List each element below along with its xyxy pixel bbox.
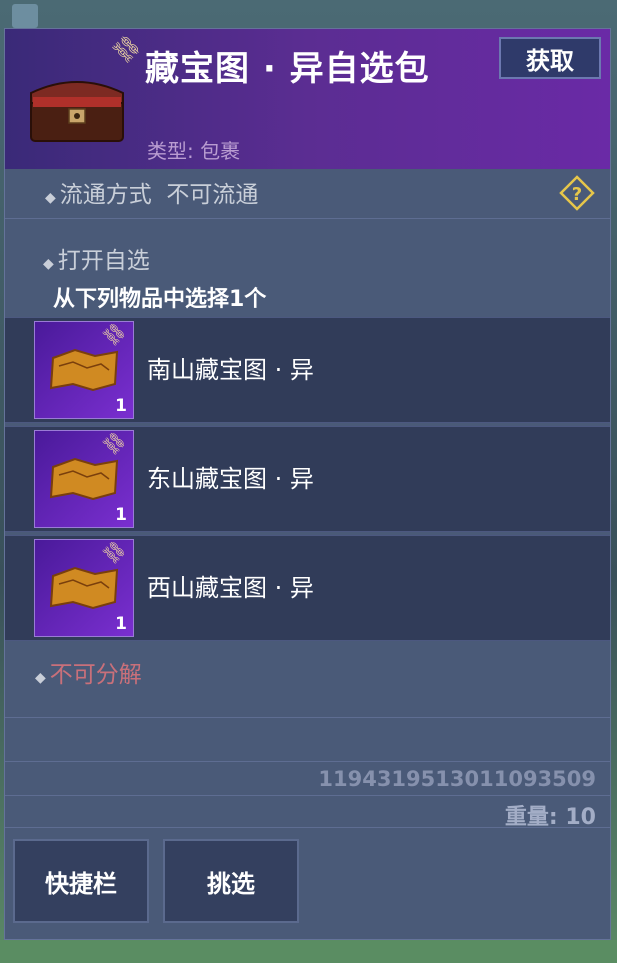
bullet-icon: ◆ — [45, 190, 56, 206]
item-count: 1 — [115, 396, 127, 416]
decompose-text: 不可分解 — [49, 662, 142, 688]
item-serial: 1194319513011093509 — [318, 767, 596, 791]
item-type: 类型: 包裹 — [147, 139, 241, 163]
get-button[interactable]: 获取 — [499, 37, 601, 79]
open-choice-label: ◆ 打开自选 — [43, 241, 150, 275]
open-choice-text: 打开自选 — [57, 248, 150, 274]
item-tooltip-panel: ⛓ 藏宝图 · 异自选包 获取 类型: 包裹 ◆ 流通方式 不可流通 ? ◆ 打开自… — [4, 28, 611, 940]
item-title: 藏宝图 · 异自选包 — [145, 49, 430, 89]
divider — [5, 761, 610, 762]
corner-app-icon[interactable] — [12, 4, 38, 28]
chain-link-icon: ⛓ — [108, 30, 146, 69]
treasure-map-icon[interactable]: ⛓ 1 — [34, 428, 134, 528]
circulation-row: ◆ 流通方式 不可流通 — [45, 175, 258, 209]
select-button[interactable]: 挑选 — [163, 839, 299, 923]
list-item[interactable]: ⛓ 1 东山藏宝图 · 异 — [5, 426, 610, 532]
bullet-icon: ◆ — [43, 256, 54, 272]
decompose-status: ◆ 不可分解 — [35, 655, 142, 689]
treasure-map-icon[interactable]: ⛓ 1 — [34, 319, 134, 419]
divider — [5, 827, 610, 828]
divider — [5, 795, 610, 796]
item-name: 西山藏宝图 · 异 — [147, 574, 314, 602]
svg-text:?: ? — [572, 184, 582, 205]
item-count: 1 — [115, 614, 127, 634]
question-diamond-icon[interactable]: ? — [559, 175, 595, 211]
treasure-chest-icon — [30, 81, 124, 142]
shortcut-bar-button[interactable]: 快捷栏 — [13, 839, 149, 923]
divider — [5, 218, 610, 219]
divider — [5, 717, 610, 718]
circulation-label: 流通方式 — [59, 182, 152, 208]
item-count: 1 — [115, 505, 127, 525]
treasure-map-icon[interactable]: ⛓ 1 — [34, 537, 134, 637]
item-name: 东山藏宝图 · 异 — [147, 465, 314, 493]
circulation-value: 不可流通 — [166, 182, 259, 208]
list-item[interactable]: ⛓ 1 南山藏宝图 · 异 — [5, 317, 610, 423]
list-item[interactable]: ⛓ 1 西山藏宝图 · 异 — [5, 535, 610, 641]
choose-instruction: 从下列物品中选择1个 — [53, 287, 267, 312]
bullet-icon: ◆ — [35, 670, 46, 686]
item-header: ⛓ 藏宝图 · 异自选包 获取 类型: 包裹 — [5, 29, 610, 169]
item-name: 南山藏宝图 · 异 — [147, 356, 314, 384]
background-strip — [0, 940, 617, 963]
